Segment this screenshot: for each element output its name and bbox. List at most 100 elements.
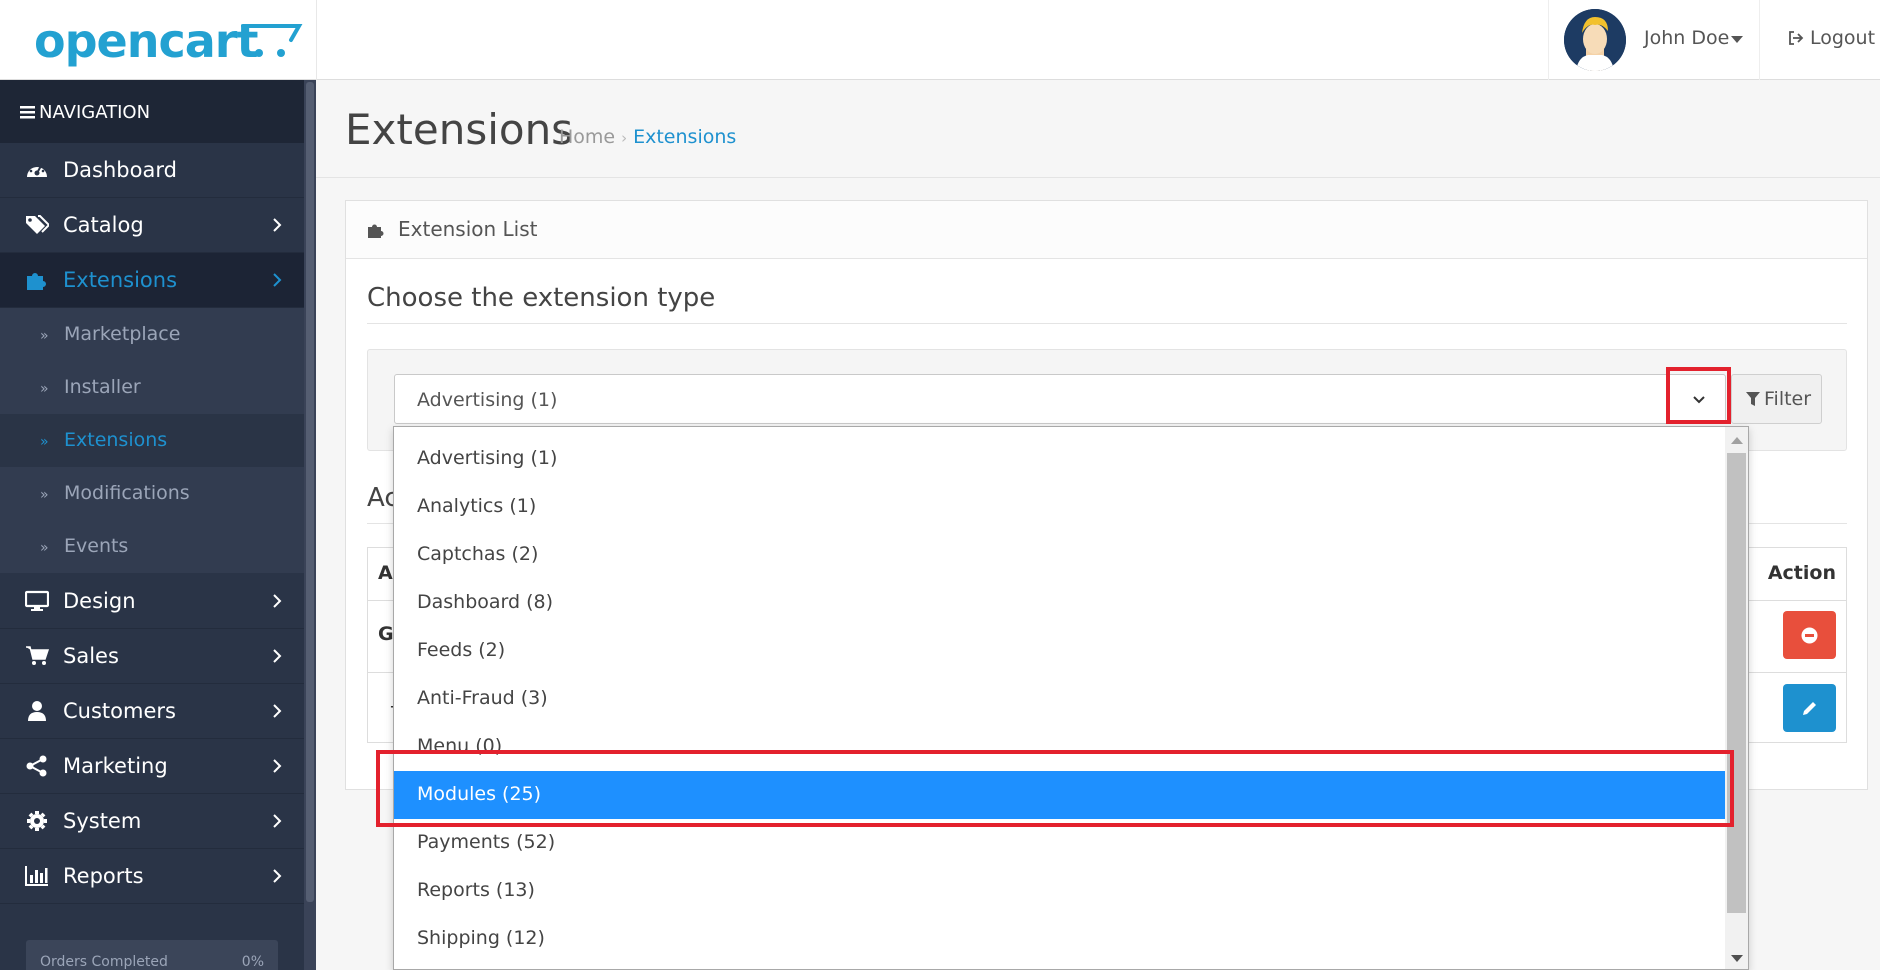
- nav-heading-label: NAVIGATION: [39, 102, 151, 123]
- option-analytics[interactable]: Analytics (1): [394, 483, 1725, 531]
- sidebar-subitem-label: Installer: [64, 376, 141, 398]
- dropdown-scrollbar-thumb[interactable]: [1727, 453, 1746, 913]
- avatar-icon: [1564, 9, 1626, 71]
- sidebar-item-dashboard[interactable]: Dashboard: [0, 143, 304, 198]
- bar-chart-icon: [25, 866, 48, 886]
- bars-icon: [20, 106, 35, 119]
- pencil-icon: [1803, 702, 1816, 715]
- sidebar-item-label: Design: [63, 589, 136, 613]
- sidebar-item-marketing[interactable]: Marketing: [0, 739, 304, 794]
- double-chevron-icon: »: [40, 540, 49, 556]
- puzzle-icon: [368, 224, 384, 238]
- sidebar-item-customers[interactable]: Customers: [0, 684, 304, 739]
- option-advertising[interactable]: Advertising (1): [394, 435, 1725, 483]
- option-shipping[interactable]: Shipping (12): [394, 915, 1725, 963]
- sidebar-item-label: Sales: [63, 644, 119, 668]
- sidebar-item-label: System: [63, 809, 142, 833]
- extension-type-dropdown[interactable]: Advertising (1) Analytics (1) Captchas (…: [393, 426, 1749, 970]
- sidebar-item-design[interactable]: Design: [0, 574, 304, 629]
- breadcrumb-separator: ›: [621, 129, 628, 147]
- chevron-right-icon: [273, 759, 282, 773]
- sidebar-item-system[interactable]: System: [0, 794, 304, 849]
- option-dashboard[interactable]: Dashboard (8): [394, 579, 1725, 627]
- highlight-dropdown-toggle: [1666, 367, 1731, 424]
- cart-logo-icon: [241, 24, 303, 57]
- gear-icon: [27, 811, 47, 831]
- panel-title: Extension List: [398, 217, 538, 241]
- sidebar-subitem-label: Modifications: [64, 482, 190, 504]
- nav-heading[interactable]: NAVIGATION: [0, 80, 304, 143]
- extension-type-select[interactable]: Advertising (1): [394, 374, 1726, 424]
- puzzle-icon: [27, 273, 46, 290]
- breadcrumb: Home › Extensions: [559, 126, 736, 148]
- sidebar-subitem-marketplace[interactable]: » Marketplace: [0, 308, 304, 361]
- table-header-action: Action: [1767, 562, 1836, 584]
- option-reports[interactable]: Reports (13): [394, 867, 1725, 915]
- sidebar-item-label: Customers: [63, 699, 176, 723]
- sidebar-subitem-label: Events: [64, 535, 129, 557]
- section-title: Choose the extension type: [367, 283, 716, 313]
- logo-text: opencart: [34, 14, 258, 68]
- top-header: opencart John Doe Logout: [0, 0, 1880, 80]
- chevron-right-icon: [273, 704, 282, 718]
- orders-progress: Orders Completed 0%: [26, 940, 278, 970]
- filter-icon: [1746, 392, 1760, 406]
- option-captchas[interactable]: Captchas (2): [394, 531, 1725, 579]
- panel-heading: Extension List: [346, 201, 1867, 259]
- chevron-right-icon: [273, 218, 282, 232]
- sidebar: NAVIGATION Dashboard Catalog Extensions …: [0, 80, 316, 970]
- sidebar-item-label: Extensions: [63, 268, 178, 292]
- caret-down-icon: [1731, 36, 1743, 43]
- sidebar-scrollbar-thumb[interactable]: [306, 82, 314, 902]
- chevron-right-icon: [273, 649, 282, 663]
- sidebar-item-label: Marketing: [63, 754, 168, 778]
- highlight-modules-option: [376, 750, 1734, 827]
- logout-label: Logout: [1810, 27, 1876, 49]
- sidebar-item-reports[interactable]: Reports: [0, 849, 304, 904]
- avatar: [1564, 9, 1626, 71]
- sidebar-subitem-extensions[interactable]: » Extensions: [0, 414, 304, 467]
- sign-out-icon: [1789, 31, 1804, 45]
- dashboard-icon: [27, 163, 47, 177]
- cart-icon: [26, 646, 49, 665]
- breadcrumb-extensions[interactable]: Extensions: [633, 126, 736, 148]
- select-value: Advertising (1): [417, 389, 558, 411]
- scroll-down-icon[interactable]: [1731, 955, 1743, 962]
- title-divider: [316, 177, 1880, 178]
- logout-link[interactable]: Logout: [1788, 27, 1875, 49]
- filter-button[interactable]: Filter: [1731, 374, 1822, 424]
- user-name: John Doe: [1644, 27, 1730, 49]
- double-chevron-icon: »: [40, 381, 49, 397]
- sidebar-item-extensions[interactable]: Extensions: [0, 253, 304, 308]
- sidebar-subitem-label: Marketplace: [64, 323, 181, 345]
- page-title: Extensions: [345, 105, 574, 154]
- chevron-right-icon: [273, 869, 282, 883]
- double-chevron-icon: »: [40, 434, 49, 450]
- sidebar-subitem-modifications[interactable]: » Modifications: [0, 467, 304, 520]
- opencart-logo[interactable]: opencart: [34, 14, 303, 68]
- sidebar-subitem-installer[interactable]: » Installer: [0, 361, 304, 414]
- share-icon: [26, 755, 47, 777]
- edit-button[interactable]: [1783, 684, 1836, 732]
- double-chevron-icon: »: [40, 328, 49, 344]
- chevron-right-icon: [273, 594, 282, 608]
- user-menu[interactable]: John Doe: [1548, 0, 1760, 80]
- sidebar-item-catalog[interactable]: Catalog: [0, 198, 304, 253]
- progress-label: Orders Completed: [40, 954, 168, 970]
- double-chevron-icon: »: [40, 487, 49, 503]
- breadcrumb-home[interactable]: Home: [559, 126, 615, 148]
- scroll-up-icon[interactable]: [1731, 437, 1743, 444]
- filter-button-label: Filter: [1764, 388, 1812, 410]
- sidebar-item-label: Dashboard: [63, 158, 177, 182]
- chevron-right-icon: [273, 814, 282, 828]
- sidebar-subitem-label: Extensions: [64, 429, 168, 451]
- option-anti-fraud[interactable]: Anti-Fraud (3): [394, 675, 1725, 723]
- header-divider: [316, 0, 317, 80]
- chevron-right-icon: [273, 273, 282, 287]
- uninstall-button[interactable]: [1783, 611, 1836, 659]
- option-feeds[interactable]: Feeds (2): [394, 627, 1725, 675]
- sidebar-item-sales[interactable]: Sales: [0, 629, 304, 684]
- user-icon: [28, 701, 46, 721]
- minus-circle-icon: [1801, 627, 1818, 644]
- sidebar-subitem-events[interactable]: » Events: [0, 520, 304, 573]
